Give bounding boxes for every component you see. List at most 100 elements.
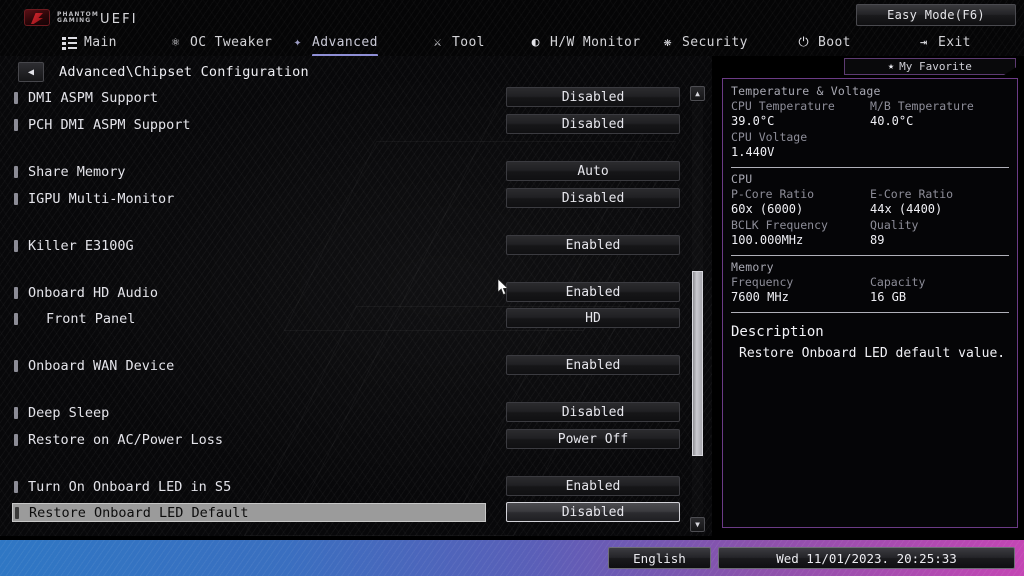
cpu-temperature-value: 39.0°C [731, 114, 775, 128]
description-text: Restore Onboard LED default value. [739, 346, 1006, 361]
mb-temperature-value: 40.0°C [870, 114, 914, 128]
tab-advanced[interactable]: ✦ Advanced [290, 29, 378, 56]
e-core-ratio-label: E-Core Ratio [870, 187, 954, 201]
quality-value: 89 [870, 233, 885, 247]
voltage-row: CPU Voltage 1.440V [731, 130, 1009, 160]
setting-value-pch-dmi-aspm-support[interactable]: Disabled [506, 114, 680, 134]
tab-security[interactable]: ❋ Security [660, 29, 748, 55]
bclk-frequency-value: 100.000MHz [731, 233, 804, 247]
tab-security-label: Security [682, 34, 748, 50]
setting-label-igpu-multi-monitor[interactable]: IGPU Multi-Monitor [12, 189, 486, 208]
memory-frequency-value: 7600 MHz [731, 290, 789, 304]
bclk-frequency-label: BCLK Frequency [731, 218, 828, 232]
memory-capacity-value: 16 GB [870, 290, 907, 304]
phantom-gaming-icon [24, 9, 50, 26]
tab-tool[interactable]: ⚔ Tool [430, 29, 485, 55]
tab-exit[interactable]: ⇥ Exit [916, 29, 971, 55]
setting-label-killer-e3100g[interactable]: Killer E3100G [12, 236, 486, 255]
setting-value-killer-e3100g[interactable]: Enabled [506, 235, 680, 255]
p-core-ratio-value: 60x (6000) [731, 202, 804, 216]
tab-hw-monitor[interactable]: ◐ H/W Monitor [528, 29, 641, 55]
e-core-ratio-value: 44x (4400) [870, 202, 943, 216]
setting-value-turn-on-onboard-led-in-s5[interactable]: Enabled [506, 476, 680, 496]
setting-label-turn-on-onboard-led-in-s5[interactable]: Turn On Onboard LED in S5 [12, 477, 486, 496]
settings-panel: ◀ Advanced\Chipset Configuration DMI ASP… [0, 56, 712, 536]
setting-label-onboard-hd-audio[interactable]: Onboard HD Audio [12, 283, 486, 302]
power-icon: ⏻ [798, 34, 809, 50]
setting-label-pch-dmi-aspm-support[interactable]: PCH DMI ASPM Support [12, 115, 486, 134]
brand-logo: PHANTOM GAMING [24, 9, 99, 26]
header-bar: PHANTOM GAMING UEFI Easy Mode(F6) Main ⚛… [0, 0, 1024, 56]
cpu-voltage-value: 1.440V [731, 145, 775, 159]
quality-label: Quality [870, 218, 919, 232]
bullet-icon [14, 312, 18, 325]
list-icon [62, 35, 77, 50]
back-button[interactable]: ◀ [18, 62, 44, 82]
mb-temperature-block: M/B Temperature 40.0°C [870, 99, 1009, 129]
setting-value-restore-onboard-led-default[interactable]: Disabled [506, 502, 680, 522]
setting-value-onboard-hd-audio[interactable]: Enabled [506, 282, 680, 302]
bullet-icon [14, 91, 18, 104]
tab-boot[interactable]: ⏻ Boot [796, 29, 851, 55]
tab-advanced-label: Advanced [312, 34, 378, 50]
bclk-frequency-block: BCLK Frequency 100.000MHz [731, 218, 870, 248]
setting-label-deep-sleep[interactable]: Deep Sleep [12, 403, 486, 422]
easy-mode-button[interactable]: Easy Mode(F6) [856, 4, 1016, 26]
cpu-voltage-block: CPU Voltage 1.440V [731, 130, 870, 160]
description-title: Description [731, 324, 824, 340]
language-button[interactable]: English [608, 547, 711, 569]
setting-label-front-panel[interactable]: Front Panel [12, 309, 486, 328]
mb-temperature-label: M/B Temperature [870, 99, 974, 113]
setting-value-igpu-multi-monitor[interactable]: Disabled [506, 188, 680, 208]
setting-value-restore-on-ac-power-loss[interactable]: Power Off [506, 429, 680, 449]
divider-2 [731, 255, 1009, 256]
gauge-icon: ◐ [531, 34, 540, 50]
breadcrumb-text: Advanced\Chipset Configuration [59, 64, 309, 80]
tab-oc-tweaker-label: OC Tweaker [190, 34, 273, 50]
tab-tool-label: Tool [452, 34, 485, 50]
tab-main[interactable]: Main [62, 29, 117, 55]
easy-mode-label: Easy Mode(F6) [887, 8, 985, 22]
setting-label-onboard-wan-device[interactable]: Onboard WAN Device [12, 356, 486, 375]
scroll-down-icon[interactable]: ▼ [690, 517, 705, 532]
breadcrumb: ◀ Advanced\Chipset Configuration [18, 62, 309, 82]
cpu-temperature-label: CPU Temperature [731, 99, 835, 113]
mouse-cursor-icon [498, 279, 509, 296]
core-ratio-row: P-Core Ratio 60x (6000) E-Core Ratio 44x… [731, 187, 1009, 217]
bullet-icon [14, 239, 18, 252]
bullet-icon [14, 480, 18, 493]
memory-row: Frequency 7600 MHz Capacity 16 GB [731, 275, 1009, 305]
setting-label-restore-onboard-led-default[interactable]: Restore Onboard LED Default [12, 503, 486, 522]
tab-exit-label: Exit [938, 34, 971, 50]
content-area: ◀ Advanced\Chipset Configuration DMI ASP… [0, 56, 1024, 536]
memory-section-title: Memory [731, 260, 774, 274]
memory-capacity-block: Capacity 16 GB [870, 275, 1009, 305]
settings-scrollbar[interactable]: ▲ ▼ [688, 86, 708, 532]
tab-boot-label: Boot [818, 34, 851, 50]
setting-value-dmi-aspm-support[interactable]: Disabled [506, 87, 680, 107]
datetime-display[interactable]: Wed 11/01/2023. 20:25:33 [718, 547, 1015, 569]
exit-icon: ⇥ [919, 34, 928, 49]
bullet-icon [14, 118, 18, 131]
setting-value-share-memory[interactable]: Auto [506, 161, 680, 181]
phantom-gaming-wordmark: PHANTOM GAMING [57, 11, 99, 24]
scrollbar-thumb[interactable] [692, 271, 703, 456]
quality-block: Quality 89 [870, 218, 1009, 248]
setting-label-restore-on-ac-power-loss[interactable]: Restore on AC/Power Loss [12, 430, 486, 449]
temperature-voltage-title: Temperature & Voltage [731, 84, 881, 98]
setting-label-dmi-aspm-support[interactable]: DMI ASPM Support [12, 88, 486, 107]
uefi-bios-screen: PHANTOM GAMING UEFI Easy Mode(F6) Main ⚛… [0, 0, 1024, 576]
tab-oc-tweaker[interactable]: ⚛ OC Tweaker [168, 29, 272, 55]
setting-label-share-memory[interactable]: Share Memory [12, 162, 486, 181]
p-core-ratio-label: P-Core Ratio [731, 187, 815, 201]
cpu-voltage-label: CPU Voltage [731, 130, 808, 144]
memory-frequency-block: Frequency 7600 MHz [731, 275, 870, 305]
memory-frequency-label: Frequency [731, 275, 794, 289]
setting-value-onboard-wan-device[interactable]: Enabled [506, 355, 680, 375]
setting-value-deep-sleep[interactable]: Disabled [506, 402, 680, 422]
setting-value-front-panel[interactable]: HD [506, 308, 680, 328]
bullet-icon [14, 406, 18, 419]
main-menu-bar: Main ⚛ OC Tweaker ✦ Advanced ⚔ Tool ◐ H/… [0, 29, 1024, 56]
p-core-ratio-block: P-Core Ratio 60x (6000) [731, 187, 870, 217]
scroll-up-icon[interactable]: ▲ [690, 86, 705, 101]
